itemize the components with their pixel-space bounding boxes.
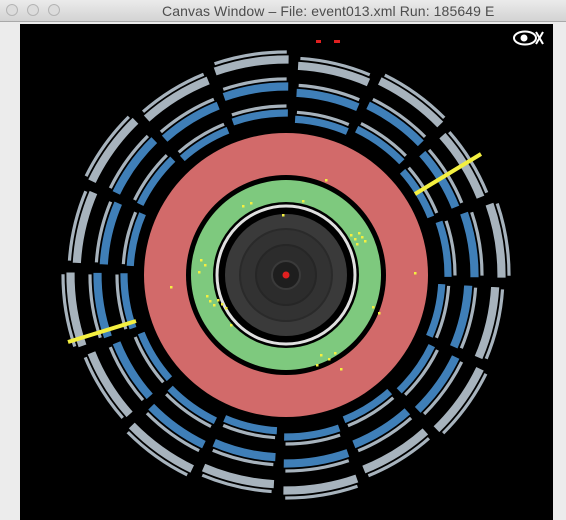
window-close-button[interactable] <box>6 4 18 16</box>
energy-hit <box>328 358 331 361</box>
energy-hit <box>356 243 359 246</box>
energy-hit <box>414 272 417 275</box>
window-titlebar: Canvas Window – File: event013.xml Run: … <box>0 0 566 22</box>
energy-hit <box>340 368 343 371</box>
energy-hit <box>350 234 353 237</box>
calorimeter <box>144 133 428 417</box>
energy-hit <box>325 179 328 182</box>
energy-hit <box>213 304 216 307</box>
energy-hit <box>217 299 220 302</box>
eye-icon[interactable] <box>513 30 544 46</box>
energy-hit <box>358 232 361 235</box>
energy-hit <box>378 312 381 315</box>
right-margin <box>553 22 566 520</box>
energy-hit <box>204 264 207 267</box>
energy-hit <box>282 214 285 217</box>
energy-hit <box>209 300 212 303</box>
energy-hit <box>302 200 305 203</box>
energy-hit <box>200 259 203 262</box>
energy-hit <box>230 324 233 327</box>
window-title: Canvas Window – File: event013.xml Run: … <box>162 3 495 19</box>
window-maximize-button[interactable] <box>48 4 60 16</box>
top-hits <box>316 40 340 43</box>
energy-hit <box>170 286 173 289</box>
energy-hit <box>316 364 319 367</box>
energy-hit <box>354 238 357 241</box>
energy-hit <box>364 240 367 243</box>
energy-hit <box>221 303 224 306</box>
energy-hit <box>361 236 364 239</box>
energy-hit <box>206 295 209 298</box>
window-minimize-button[interactable] <box>27 4 39 16</box>
detector-view[interactable] <box>20 24 553 520</box>
energy-hit <box>242 205 245 208</box>
event-display-canvas[interactable] <box>20 24 553 520</box>
energy-hit <box>334 352 337 355</box>
energy-hit <box>250 202 253 205</box>
energy-hit <box>198 271 201 274</box>
left-margin <box>0 22 20 520</box>
energy-hit <box>372 306 375 309</box>
vertex-marker <box>282 271 290 279</box>
energy-hit <box>320 354 323 357</box>
energy-hit <box>225 307 228 310</box>
